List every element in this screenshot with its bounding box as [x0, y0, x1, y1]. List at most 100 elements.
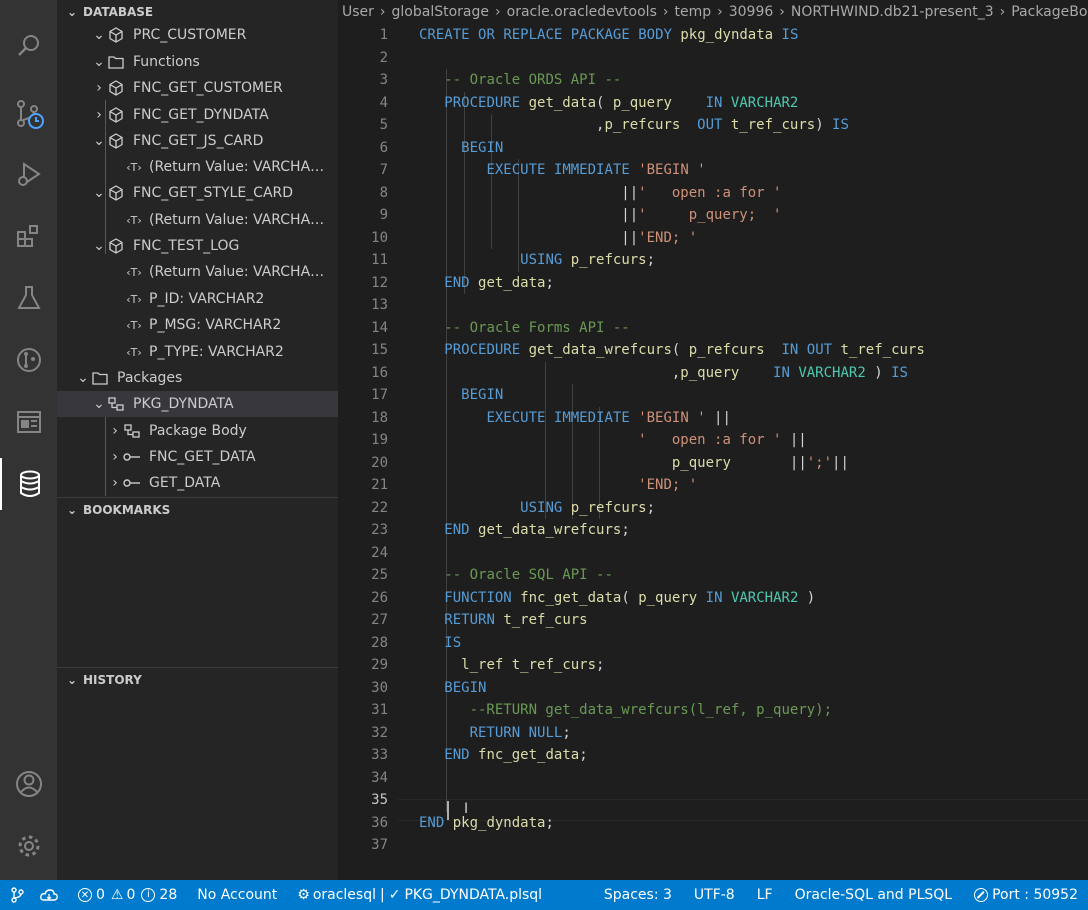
testing-flask-icon[interactable] [0, 272, 57, 324]
code-line: EXECUTE IMMEDIATE 'BEGIN ' [486, 162, 706, 178]
code-line: --RETURN get_data_wrefcurs(l_ref, p_quer… [469, 702, 833, 718]
language-mode[interactable]: Oracle-SQL and PLSQL [795, 887, 953, 903]
package-icon [107, 396, 125, 412]
chevron-right-icon: › [112, 423, 118, 439]
code-line: RETURN t_ref_curs [444, 612, 588, 628]
port-status[interactable]: Port : 50952 [974, 887, 1078, 903]
tree-item-fnc-get-style-card[interactable]: ⌄ FNC_GET_STYLE_CARD [57, 180, 338, 206]
code-line: ||'END; ' [419, 229, 698, 246]
account-icon[interactable] [0, 758, 57, 810]
warning-count: 0 [126, 887, 136, 903]
tree-item-p-msg[interactable]: ‹T› P_MSG: VARCHAR2 [57, 312, 338, 338]
tree-item-prc-customer[interactable]: ⌄ PRC_CUSTOMER [57, 22, 338, 48]
parameter-type-icon: ‹T› [126, 345, 142, 359]
code-line: -- Oracle Forms API -- [444, 319, 630, 336]
tree-item-fnc-test-log[interactable]: ⌄ FNC_TEST_LOG [57, 233, 338, 259]
tree-item-fnc-get-js-card[interactable]: ⌄ FNC_GET_JS_CARD [57, 128, 338, 154]
info-count: 28 [159, 887, 178, 903]
connection-name: oraclesql [312, 887, 376, 903]
line-number: 32 [371, 724, 388, 741]
chevron-right-icon: › [112, 475, 118, 491]
folder-icon [91, 370, 109, 386]
history-section-header[interactable]: ⌄ HISTORY [57, 667, 338, 692]
code-line: 'END; ' [638, 477, 698, 493]
status-bar: ✕ 0 ⚠ 0 i 28 No Account ⚙ oraclesql | ✓ … [0, 880, 1088, 910]
run-debug-icon[interactable] [0, 148, 57, 200]
breadcrumb-item[interactable]: NORTHWIND.db21-present_3 [791, 4, 994, 20]
tree-item-pkg-dyndata[interactable]: ⌄ PKG_DYNDATA [57, 391, 338, 417]
remote-explorer-icon[interactable] [0, 396, 57, 448]
tree-item-package-body[interactable]: › Package Body [57, 418, 338, 444]
error-icon: ✕ [78, 888, 92, 902]
code-line: EXECUTE IMMEDIATE 'BEGIN ' || [486, 409, 731, 426]
line-number: 8 [379, 184, 388, 201]
problems-indicator[interactable]: ✕ 0 ⚠ 0 i 28 [78, 887, 177, 903]
line-number: 13 [371, 297, 388, 313]
tree-item-packages[interactable]: ⌄ Packages [57, 365, 338, 391]
breadcrumb-item[interactable]: oracle.oracledevtools [507, 4, 657, 20]
bookmarks-section-title: BOOKMARKS [83, 503, 171, 517]
cube-icon [107, 185, 125, 201]
remote-branch-icon[interactable] [10, 887, 24, 903]
breadcrumb-item[interactable]: PackageBody [1011, 4, 1088, 20]
tree-item-return-value[interactable]: ‹T› (Return Value: VARCHA… [57, 259, 338, 285]
database-section-header[interactable]: ⌄ DATABASE [57, 0, 338, 24]
tree-item-p-type[interactable]: ‹T› P_TYPE: VARCHAR2 [57, 339, 338, 365]
line-number: 37 [371, 837, 388, 853]
chevron-right-icon: › [96, 107, 102, 123]
account-status[interactable]: No Account [197, 887, 277, 903]
cube-icon [107, 80, 125, 96]
tree-item-fnc-get-dyndata[interactable]: › FNC_GET_DYNDATA [57, 102, 338, 128]
breadcrumb-item[interactable]: User [342, 4, 374, 20]
chevron-right-icon: › [96, 80, 102, 96]
eol-status[interactable]: LF [757, 887, 773, 903]
code-line: ,p_refcurs OUT t_ref_curs) IS [419, 117, 849, 133]
code-line: END pkg_dyndata; [419, 814, 554, 831]
git-graph-icon[interactable] [0, 334, 57, 386]
line-number: 18 [371, 409, 388, 426]
cloud-sync-icon[interactable] [40, 888, 58, 902]
database-icon[interactable] [0, 458, 57, 510]
line-number: 34 [371, 769, 388, 786]
line-number: 17 [371, 387, 388, 403]
tree-item-return-value[interactable]: ‹T› (Return Value: VARCHA… [57, 207, 338, 233]
indentation-status[interactable]: Spaces: 3 [604, 887, 672, 903]
settings-gear-icon[interactable] [0, 820, 57, 872]
text-cursor [447, 801, 449, 820]
line-number: 16 [371, 364, 388, 381]
chevron-down-icon: ⌄ [66, 5, 78, 19]
line-number: 5 [379, 117, 388, 133]
breadcrumb-item[interactable]: temp [674, 4, 711, 20]
source-control-icon[interactable] [0, 88, 57, 140]
info-icon: i [141, 888, 156, 902]
code-line: RETURN NULL; [469, 724, 571, 741]
line-number: 19 [371, 432, 388, 448]
bookmarks-section-header[interactable]: ⌄ BOOKMARKS [57, 497, 338, 522]
line-number: 4 [379, 94, 388, 111]
tree-item-functions[interactable]: ⌄ Functions [57, 49, 338, 75]
search-icon[interactable] [0, 20, 57, 72]
line-number: 28 [371, 634, 388, 651]
connection-status[interactable]: ⚙ oraclesql | ✓ PKG_DYNDATA.plsql [297, 887, 542, 903]
no-entry-icon [974, 888, 989, 902]
tree-item-get-data[interactable]: › GET_DATA [57, 470, 338, 496]
tree-item-p-id[interactable]: ‹T› P_ID: VARCHAR2 [57, 286, 338, 312]
tree-item-fnc-get-customer[interactable]: › FNC_GET_CUSTOMER [57, 75, 338, 101]
tree-item-return-value[interactable]: ‹T› (Return Value: VARCHA… [57, 154, 338, 180]
code-line: ||' p_query; ' [419, 207, 782, 223]
breadcrumb-item[interactable]: 30996 [729, 4, 774, 20]
tree-item-fnc-get-data[interactable]: › FNC_GET_DATA [57, 444, 338, 470]
line-number: 7 [379, 162, 388, 178]
encoding-status[interactable]: UTF-8 [694, 887, 735, 903]
line-number: 6 [379, 139, 388, 156]
chevron-down-icon: ⌄ [93, 54, 105, 70]
check-icon: ✓ [388, 887, 401, 903]
extensions-icon[interactable] [0, 210, 57, 262]
line-number: 14 [371, 319, 388, 336]
breadcrumb-item[interactable]: globalStorage [392, 4, 489, 20]
line-number: 10 [371, 229, 388, 246]
parameter-type-icon: ‹T› [126, 265, 142, 279]
chevron-down-icon: ⌄ [93, 185, 105, 201]
activity-bar [0, 0, 57, 880]
code-line: ||' open :a for ' [419, 184, 782, 201]
